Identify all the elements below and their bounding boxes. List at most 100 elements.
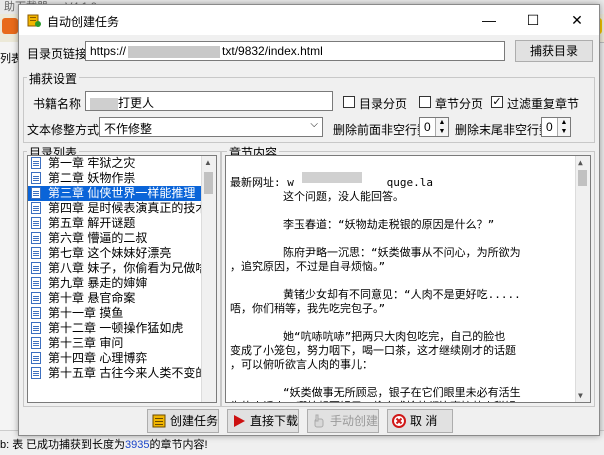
toc-scrollbar[interactable]: ▲	[201, 156, 216, 402]
redacted-block	[302, 172, 362, 183]
toc-url-label: 目录页链接	[27, 47, 88, 61]
document-icon	[31, 307, 41, 319]
chapter-content-text[interactable]: 最新网址: w quge.la 这个问题，没人能回答。 李玉春道：“妖物劫走税银…	[225, 155, 591, 403]
toc-list[interactable]: 第一章 牢狱之灾 第二章 妖物作祟 第三章 仙侠世界一样能推理 第四章 是时候表演真正…	[27, 155, 217, 403]
document-icon	[31, 187, 41, 199]
toc-item-label: 第十章 悬官命案	[48, 291, 136, 305]
remove-trailing-label: 删除末尾非空行数	[455, 123, 552, 137]
spin-down-icon[interactable]: ▼	[435, 127, 448, 136]
document-icon	[31, 262, 41, 274]
remove-leading-spinner[interactable]: 0 ▲ ▼	[419, 117, 449, 137]
minimize-button[interactable]: —	[467, 5, 511, 35]
toc-url-end: txt/9832/index.html	[222, 44, 323, 58]
toc-item-label: 第五章 解开谜题	[48, 216, 136, 230]
direct-download-button[interactable]: 直接下载	[227, 409, 299, 433]
dialog-title: 自动创建任务	[47, 15, 120, 29]
document-icon	[31, 292, 41, 304]
toc-list-item[interactable]: 第八章 妹子，你偷看为兄做啥	[28, 261, 216, 276]
toc-item-label: 第十二章 一顿操作猛如虎	[48, 321, 184, 335]
toc-item-label: 第三章 仙侠世界一样能推理	[48, 186, 196, 200]
toc-list-item[interactable]: 第十章 悬官命案	[28, 291, 216, 306]
background-status-prefix: b: 表	[0, 439, 24, 451]
toc-list-item[interactable]: 第十三章 审问	[28, 336, 216, 351]
toc-list-item[interactable]: 第一章 牢狱之灾	[28, 156, 216, 171]
toc-item-label: 第九章 暴走的婶婶	[48, 276, 148, 290]
remove-trailing-spinner[interactable]: 0 ▲ ▼	[541, 117, 571, 137]
filter-duplicate-checkbox[interactable]: ✓	[491, 96, 503, 108]
toc-item-label: 第十四章 心理博弈	[48, 351, 148, 365]
spin-down-icon[interactable]: ▼	[557, 127, 570, 136]
toc-list-item[interactable]: 第二章 妖物作祟	[28, 171, 216, 186]
spin-up-icon[interactable]: ▲	[435, 118, 448, 127]
spin-up-icon[interactable]: ▲	[557, 118, 570, 127]
maximize-button[interactable]: ☐	[511, 5, 555, 35]
book-name-value: 打更人	[118, 96, 155, 110]
manual-create-button[interactable]: 手动创建	[307, 409, 379, 433]
toc-url-start: https://	[90, 44, 127, 58]
toc-paging-checkbox[interactable]	[343, 96, 355, 108]
remove-leading-value: 0	[424, 120, 431, 134]
document-icon	[31, 247, 41, 259]
scroll-thumb[interactable]	[204, 172, 213, 194]
cancel-icon	[392, 414, 406, 428]
book-name-label: 书籍名称	[33, 97, 82, 111]
toc-url-input[interactable]: https:// txt/9832/index.html	[85, 41, 505, 61]
create-task-button[interactable]: 创建任务	[147, 409, 219, 433]
document-icon	[31, 157, 41, 169]
status-prefix: 已成功捕获到长度为	[26, 439, 125, 451]
toc-list-item[interactable]: 第四章 是时候表演真正的技术了	[28, 201, 216, 216]
toc-item-label: 第六章 懵逼的二叔	[48, 231, 148, 245]
direct-download-label: 直接下载	[250, 414, 299, 428]
redacted-block	[90, 97, 118, 110]
document-icon	[31, 232, 41, 244]
content-scrollbar[interactable]: ▲ ▼	[575, 156, 590, 402]
remove-leading-label: 删除前面非空行数	[333, 123, 430, 137]
scroll-up-icon[interactable]: ▲	[578, 158, 583, 167]
close-button[interactable]: ✕	[555, 5, 599, 35]
capture-settings-label: 捕获设置	[27, 70, 80, 87]
document-icon	[31, 277, 41, 289]
toc-list-item[interactable]: 第十四章 心理博弈	[28, 351, 216, 366]
status-message: 已成功捕获到长度为3935的章节内容!	[26, 436, 208, 452]
cancel-button[interactable]: 取 消	[387, 409, 453, 433]
toc-list-item[interactable]: 第七章 这个妹妹好漂亮	[28, 246, 216, 261]
document-icon	[31, 352, 41, 364]
toc-item-label: 第十五章 古往今来人类不变的劣根	[48, 366, 217, 380]
background-toolbar-icon[interactable]	[2, 18, 18, 34]
toc-list-item[interactable]: 第九章 暴走的婶婶	[28, 276, 216, 291]
toc-list-item[interactable]: 第六章 懵逼的二叔	[28, 231, 216, 246]
toc-item-label: 第十三章 审问	[48, 336, 124, 350]
book-name-input[interactable]: 打更人	[85, 91, 333, 111]
toc-item-label: 第七章 这个妹妹好漂亮	[48, 246, 172, 260]
scroll-thumb[interactable]	[578, 170, 587, 186]
toc-item-label: 第二章 妖物作祟	[48, 171, 136, 185]
toc-list-item[interactable]: 第十五章 古往今来人类不变的劣根	[28, 366, 216, 381]
scroll-down-icon[interactable]: ▼	[578, 391, 583, 400]
hand-icon	[314, 414, 324, 428]
auto-create-task-dialog: 自动创建任务 — ☐ ✕ 目录页链接 https:// txt/9832/inde…	[18, 4, 600, 436]
content-line: 生的人诱人。哪怕想要银子，偷窃或抢劫都比直接劫走税银	[230, 398, 516, 402]
remove-trailing-value: 0	[546, 120, 553, 134]
document-icon	[31, 322, 41, 334]
text-fix-label: 文本修整方式	[27, 123, 100, 137]
play-icon	[234, 415, 245, 427]
title-bar[interactable]: 自动创建任务 — ☐ ✕	[19, 5, 599, 35]
toc-list-item[interactable]: 第三章 仙侠世界一样能推理	[28, 186, 216, 201]
redacted-block	[128, 45, 221, 58]
toc-list-item[interactable]: 第五章 解开谜题	[28, 216, 216, 231]
text-fix-select[interactable]: 不作修整 ⌵	[99, 117, 323, 137]
content-line: 唔，你们稍等，我先吃完包子。”	[230, 302, 386, 315]
content-line: 这个问题，没人能回答。	[230, 190, 404, 203]
toc-item-label: 第八章 妹子，你偷看为兄做啥	[48, 261, 208, 275]
toc-list-item[interactable]: 第十二章 一顿操作猛如虎	[28, 321, 216, 336]
capture-toc-button[interactable]: 捕获目录	[515, 40, 593, 62]
scroll-up-icon[interactable]: ▲	[204, 158, 212, 167]
chapter-paging-checkbox[interactable]	[419, 96, 431, 108]
toc-list-item[interactable]: 第十一章 摸鱼	[28, 306, 216, 321]
book-icon	[152, 414, 166, 428]
chevron-down-icon: ⌵	[310, 119, 318, 130]
document-icon	[31, 337, 41, 349]
manual-create-label: 手动创建	[330, 414, 379, 428]
toc-item-label: 第四章 是时候表演真正的技术了	[48, 201, 217, 215]
filter-duplicate-label: 过滤重复章节	[507, 97, 580, 111]
